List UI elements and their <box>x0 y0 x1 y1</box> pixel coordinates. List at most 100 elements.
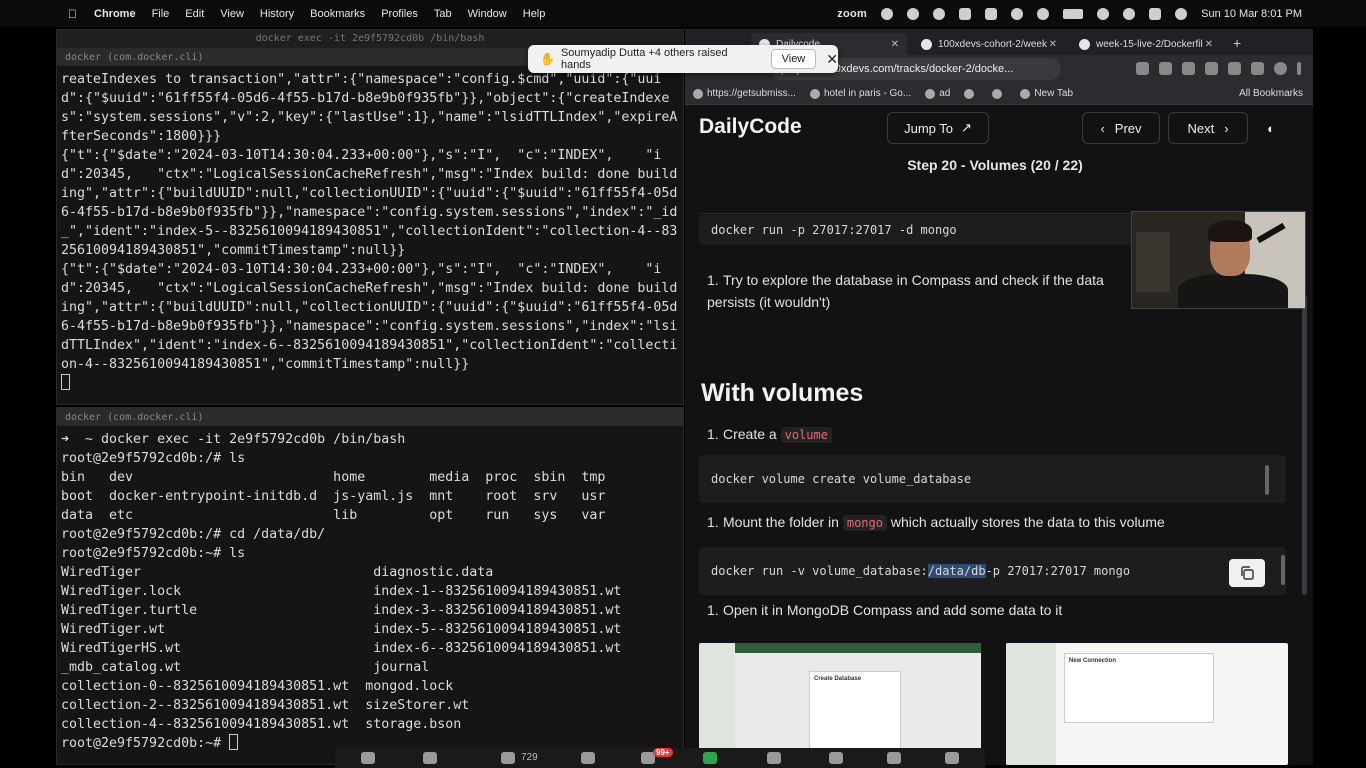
extension-icon[interactable] <box>1205 62 1218 75</box>
search-icon[interactable] <box>1123 7 1136 20</box>
close-icon[interactable]: ✕ <box>826 51 838 68</box>
annotate-icon[interactable] <box>829 752 843 764</box>
code-scrollbar[interactable] <box>1265 465 1269 495</box>
code-scrollbar[interactable] <box>1281 555 1285 585</box>
siri-icon[interactable] <box>1175 7 1188 20</box>
log-line: {"t":{"$date":"2024-03-10T14:30:04.233+0… <box>61 262 678 372</box>
menu-app-name[interactable]: Chrome <box>94 8 136 20</box>
copy-button[interactable] <box>1229 559 1265 587</box>
shell-line: root@2e9f5792cd0b:/# ls <box>61 451 246 466</box>
battery-icon[interactable] <box>1063 8 1084 19</box>
settings-icon <box>992 88 1003 99</box>
menu-edit[interactable]: Edit <box>185 8 204 20</box>
tool-icon[interactable] <box>1011 7 1024 20</box>
thumb-sidebar <box>1006 643 1056 765</box>
shell-line: data etc lib opt run sys var <box>61 508 606 523</box>
zoom-status[interactable]: zoom <box>837 8 867 20</box>
page-scrollbar[interactable] <box>1302 295 1307 595</box>
chat-icon[interactable] <box>581 752 595 764</box>
view-button[interactable]: View <box>770 49 817 69</box>
site-header: DailyCode Jump To ↗ ‹ Prev Next › ◐ <box>685 105 1313 153</box>
code-block-volume-create[interactable]: docker volume create volume_database <box>699 455 1286 503</box>
video-icon[interactable] <box>423 752 437 764</box>
bookmark-item[interactable]: New Tab <box>1020 88 1073 99</box>
puzzle-icon[interactable] <box>1228 62 1241 75</box>
list-number: 1. <box>707 514 719 530</box>
bookmark-item[interactable]: https://getsubmiss... <box>693 88 796 99</box>
shell-line: boot docker-entrypoint-initdb.d js-yaml.… <box>61 489 606 504</box>
webcam-video[interactable] <box>1131 211 1306 309</box>
tab-github-dockerfile[interactable]: week-15-live-2/Dockerfil ✕ <box>1071 33 1221 55</box>
close-icon[interactable]: ✕ <box>1049 39 1057 50</box>
bookmarks-bar: https://getsubmiss... hotel in paris - G… <box>685 83 1313 105</box>
list-item: 1. Open it in MongoDB Compass and add som… <box>707 599 1267 621</box>
list-item: 1. Create a volume <box>707 423 1267 446</box>
screenshot-new-connection[interactable]: New Connection <box>1006 643 1288 765</box>
pause-icon[interactable] <box>767 752 781 764</box>
close-icon[interactable]: ✕ <box>891 39 899 50</box>
extension-icon[interactable] <box>1182 62 1195 75</box>
brand-logo[interactable]: DailyCode <box>699 115 802 139</box>
dnd-icon[interactable] <box>907 7 920 20</box>
thumb-dialog: New Connection <box>1064 653 1214 723</box>
menu-tab[interactable]: Tab <box>434 8 452 20</box>
list-text: which actually stores the data to this v… <box>886 514 1165 530</box>
all-bookmarks[interactable]: All Bookmarks <box>1239 88 1303 99</box>
bookmark-item[interactable]: hotel in paris - Go... <box>809 88 911 99</box>
google-icon <box>809 88 820 99</box>
bookmark-item[interactable] <box>992 88 1006 99</box>
vpn-icon[interactable] <box>881 7 894 20</box>
presenter-shirt <box>1178 274 1288 308</box>
list-text: Mount the folder in <box>723 514 843 530</box>
menu-history[interactable]: History <box>260 8 294 20</box>
terminal-output[interactable]: reateIndexes to transaction","attr":{"na… <box>57 66 683 404</box>
macos-menu-bar:  Chrome File Edit View History Bookmark… <box>0 0 1366 27</box>
menu-file[interactable]: File <box>152 8 170 20</box>
wifi-icon[interactable] <box>1097 7 1110 20</box>
extension-icon[interactable] <box>1136 62 1149 75</box>
jump-to-label: Jump To <box>904 120 953 136</box>
share-screen-icon[interactable] <box>703 752 717 764</box>
prev-button[interactable]: ‹ Prev <box>1082 112 1160 144</box>
terminal-window-top[interactable]: docker exec -it 2e9f5792cd0b /bin/bash d… <box>56 29 684 405</box>
theme-toggle-button[interactable]: ◐ <box>1255 112 1287 144</box>
next-button[interactable]: Next › <box>1168 112 1248 144</box>
new-tab-icon[interactable]: + <box>1233 35 1241 51</box>
menu-profiles[interactable]: Profiles <box>381 8 418 20</box>
screenshot-create-database[interactable]: Create Database <box>699 643 981 765</box>
globe-icon <box>964 88 975 99</box>
hand-icon <box>925 88 936 99</box>
copy-icon <box>1241 566 1254 580</box>
extension-icon[interactable] <box>1159 62 1172 75</box>
audio-icon[interactable] <box>933 7 946 20</box>
screen-record-icon[interactable] <box>959 7 972 20</box>
apple-icon[interactable]:  <box>68 7 82 21</box>
close-icon[interactable]: ✕ <box>1205 39 1213 50</box>
shell-line: WiredTiger.lock index-1--832561009418943… <box>61 584 622 599</box>
moon-icon[interactable] <box>1037 7 1050 20</box>
terminal-window-bottom[interactable]: docker (com.docker.cli) ➜ ~ docker exec … <box>56 407 684 765</box>
more-icon[interactable] <box>945 752 959 764</box>
fullscreen-icon[interactable] <box>887 752 901 764</box>
clock[interactable]: Sun 10 Mar 8:01 PM <box>1201 8 1302 20</box>
bookmark-item[interactable] <box>964 88 978 99</box>
participants-icon[interactable] <box>501 752 515 764</box>
microphone-icon[interactable] <box>361 752 375 764</box>
terminal-shell[interactable]: ➜ ~ docker exec -it 2e9f5792cd0b /bin/ba… <box>57 426 683 753</box>
avatar[interactable] <box>1274 62 1287 75</box>
menu-window[interactable]: Window <box>468 8 507 20</box>
menu-help[interactable]: Help <box>523 8 546 20</box>
menu-bookmarks[interactable]: Bookmarks <box>310 8 365 20</box>
sidebar-icon[interactable] <box>1251 62 1264 75</box>
menu-view[interactable]: View <box>220 8 244 20</box>
tab-github-cohort[interactable]: 100xdevs-cohort-2/week ✕ <box>913 33 1065 55</box>
clipboard-icon[interactable] <box>985 7 998 20</box>
kebab-menu-icon[interactable] <box>1297 62 1301 75</box>
shell-line: collection-0--8325610094189430851.wt mon… <box>61 679 454 694</box>
list-number: 1. <box>707 272 719 288</box>
bookmark-item[interactable]: ad <box>925 88 950 99</box>
github-icon <box>1079 38 1090 50</box>
control-center-icon[interactable] <box>1149 7 1162 20</box>
code-block-run-with-volume[interactable]: docker run -v volume_database:/data/db -… <box>699 547 1286 595</box>
jump-to-button[interactable]: Jump To ↗ <box>887 112 989 144</box>
